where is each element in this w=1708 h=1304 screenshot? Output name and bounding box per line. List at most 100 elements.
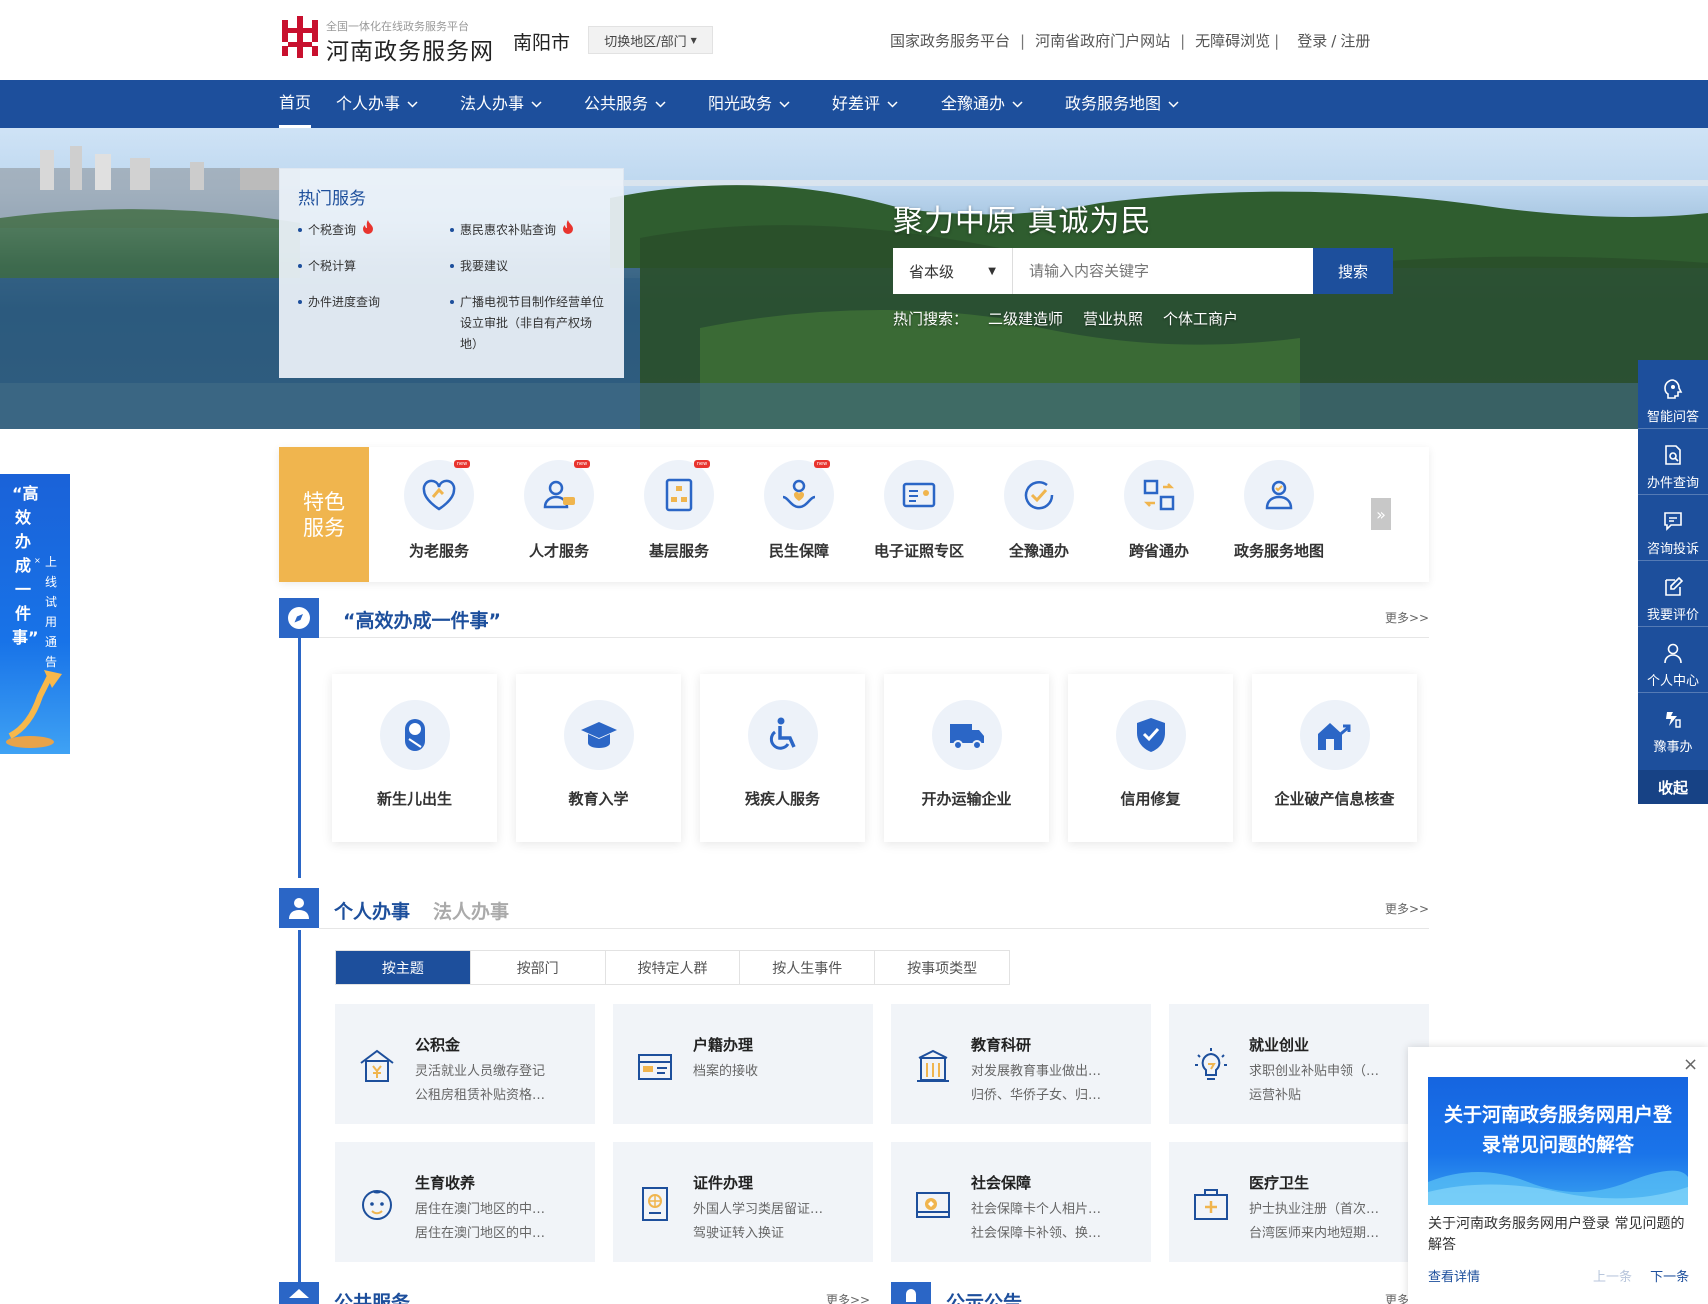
rf-evaluate[interactable]: 我要评价 [1638,576,1708,623]
card-link[interactable]: 归侨、华侨子女、归… [971,1087,1151,1105]
featured-item-grassroots[interactable]: new 基层服务 [619,460,739,561]
tab-by-type[interactable]: 按事项类型 [875,951,1009,984]
card-link[interactable]: 社会保障卡个人相片… [971,1201,1151,1219]
login-link[interactable]: 登录 [1297,30,1327,51]
hot-service-item[interactable]: 个税查询 [298,220,374,241]
featured-item-talent[interactable]: new 人才服务 [499,460,619,561]
theme-card-birth-adoption[interactable]: 生育收养 居住在澳门地区的中… 居住在澳门地区的中… [335,1142,595,1262]
one-thing-label: 新生儿出生 [376,790,452,808]
divider [1638,560,1708,561]
chevron-right-icon[interactable]: » [1371,498,1391,530]
rf-yushiban[interactable]: 豫事办 [1638,708,1708,755]
card-link[interactable]: 对发展教育事业做出… [971,1063,1151,1081]
card-link[interactable]: 灵活就业人员缴存登记 [415,1063,595,1081]
theme-card-household[interactable]: 户籍办理 档案的接收 [613,1004,873,1124]
nav-public[interactable]: 公共服务 [584,80,666,128]
tab-by-theme[interactable]: 按主题 [336,951,471,984]
more-link[interactable]: 更多>> [1385,609,1429,626]
card-link[interactable]: 护士执业注册（首次… [1249,1201,1429,1219]
switch-region-button[interactable]: 切换地区/部门 ▼ [588,26,713,54]
search-button[interactable]: 搜索 [1313,248,1393,294]
close-icon[interactable]: × [34,556,41,565]
card-link[interactable]: 外国人学习类居留证… [693,1201,873,1219]
popup-text[interactable]: 关于河南政务服务网用户登录 常见问题的解答 [1428,1214,1693,1256]
featured-item-elderly[interactable]: new 为老服务 [379,460,499,561]
tab-personal-affairs[interactable]: 个人办事 [334,897,410,924]
more-link[interactable]: 更多 [1385,1291,1409,1304]
one-thing-item[interactable]: 信用修复 [1068,674,1233,842]
one-thing-item[interactable]: 开办运输企业 [884,674,1049,842]
card-link[interactable]: 居住在澳门地区的中… [415,1225,595,1243]
nav-rating[interactable]: 好差评 [832,80,898,128]
hot-search-term[interactable]: 营业执照 [1083,308,1143,329]
card-link[interactable]: 求职创业补贴申领（… [1249,1063,1429,1081]
more-link[interactable]: 更多>> [826,1291,870,1304]
hot-search-term[interactable]: 二级建造师 [988,308,1063,329]
hot-service-item[interactable]: 我要建议 [450,256,508,277]
logo-title[interactable]: 河南政务服务网 [326,32,494,66]
nav-all-henan[interactable]: 全豫通办 [941,80,1023,128]
one-thing-item[interactable]: 残疾人服务 [700,674,865,842]
one-thing-item[interactable]: 教育入学 [516,674,681,842]
view-details-link[interactable]: 查看详情 [1428,1266,1480,1285]
card-link[interactable]: 档案的接收 [693,1063,873,1081]
card-link[interactable]: 社会保障卡补领、换… [971,1225,1151,1243]
divider [1638,692,1708,693]
theme-card-housing-fund[interactable]: 公积金 灵活就业人员缴存登记 公租房租赁补贴资格… [335,1004,595,1124]
rf-personal-center[interactable]: 个人中心 [1638,642,1708,689]
featured-item-e-license[interactable]: 电子证照专区 [859,460,979,561]
search-level-select[interactable]: 省本级 ▼ [893,248,1013,294]
next-button[interactable]: 下一条 [1650,1270,1689,1285]
card-link[interactable]: 台湾医师来内地短期… [1249,1225,1429,1243]
nav-personal[interactable]: 个人办事 [336,80,418,128]
featured-item-all-henan[interactable]: 全豫通办 [979,460,1099,561]
card-link[interactable]: 驾驶证转入换证 [693,1225,873,1243]
register-link[interactable]: 注册 [1340,30,1370,51]
card-link[interactable]: 居住在澳门地区的中… [415,1201,595,1219]
theme-card-social-security[interactable]: 社会保障 社会保障卡个人相片… 社会保障卡补领、换… [891,1142,1151,1262]
hot-service-item[interactable]: 惠民惠农补贴查询 [450,220,574,241]
hot-service-item[interactable]: 广播电视节目制作经营单位设立审批（非自有产权场地） [450,292,605,355]
more-link[interactable]: 更多>> [1385,900,1429,917]
one-thing-item[interactable]: 企业破产信息核查 [1252,674,1417,842]
rf-consult-complaint[interactable]: 咨询投诉 [1638,510,1708,557]
featured-label-line: 特色 [303,489,345,514]
nav-sunshine[interactable]: 阳光政务 [708,80,790,128]
theme-card-employment[interactable]: 就业创业 求职创业补贴申领（… 运营补贴 [1169,1004,1429,1124]
featured-item-cross-province[interactable]: 跨省通办 [1099,460,1219,561]
card-title: 户籍办理 [693,1036,754,1054]
tab-by-department[interactable]: 按部门 [471,951,606,984]
link-national-platform[interactable]: 国家政务服务平台 [890,30,1010,51]
link-accessibility[interactable]: 无障碍浏览 [1195,30,1270,51]
link-province-portal[interactable]: 河南省政府门户网站 [1035,30,1170,51]
tab-by-group[interactable]: 按特定人群 [606,951,741,984]
prev-button[interactable]: 上一条 [1593,1270,1632,1285]
featured-item-service-map[interactable]: 政务服务地图 [1219,460,1339,561]
tab-legal-affairs[interactable]: 法人办事 [433,897,509,924]
rf-progress-query[interactable]: 办件查询 [1638,444,1708,491]
bullet [298,264,302,268]
card-link[interactable]: 运营补贴 [1249,1087,1429,1105]
tab-by-life-event[interactable]: 按人生事件 [740,951,876,984]
hot-service-item[interactable]: 办件进度查询 [298,292,380,313]
theme-card-medical[interactable]: 医疗卫生 护士执业注册（首次… 台湾医师来内地短期… [1169,1142,1429,1262]
hot-service-item[interactable]: 个税计算 [298,256,356,277]
nav-service-map[interactable]: 政务服务地图 [1065,80,1179,128]
landscape-image [0,146,1708,429]
theme-card-education[interactable]: 教育科研 对发展教育事业做出… 归侨、华侨子女、归… [891,1004,1151,1124]
card-link[interactable]: 公租房租赁补贴资格… [415,1087,595,1105]
left-float-banner[interactable] [0,474,70,754]
henan-logo-icon[interactable] [280,16,320,58]
featured-label: 特色 服务 [279,447,369,582]
rf-smart-qa[interactable]: 智能问答 [1638,378,1708,425]
theme-card-certificates[interactable]: 证件办理 外国人学习类居留证… 驾驶证转入换证 [613,1142,873,1262]
collapse-button[interactable]: 收起 [1638,770,1708,804]
featured-item-livelihood[interactable]: new 民生保障 [739,460,859,561]
nav-legal[interactable]: 法人办事 [460,80,542,128]
nav-home[interactable]: 首页 [279,80,312,128]
search-input[interactable] [1013,248,1313,294]
nav-label: 个人办事 [336,94,401,113]
close-icon[interactable]: × [1683,1054,1698,1075]
one-thing-item[interactable]: 新生儿出生 [332,674,497,842]
hot-search-term[interactable]: 个体工商户 [1163,308,1238,329]
